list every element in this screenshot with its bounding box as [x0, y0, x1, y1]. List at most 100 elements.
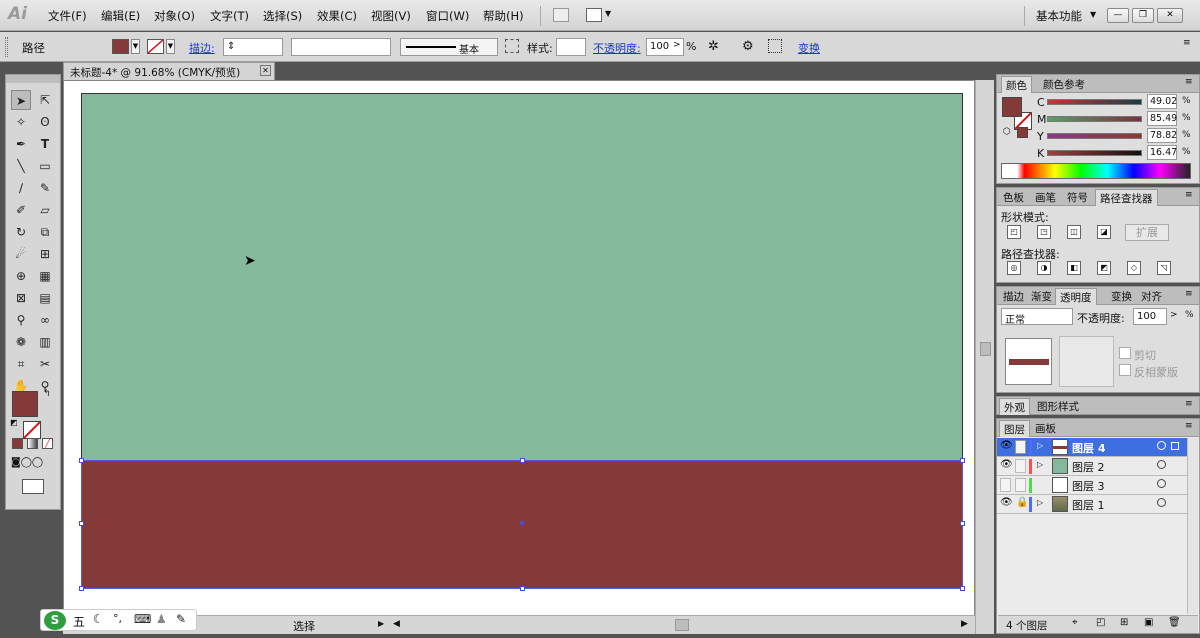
- paintbrush-tool-icon[interactable]: ∕: [11, 178, 31, 198]
- trim-icon[interactable]: ◑: [1037, 261, 1051, 275]
- channel-m-slider[interactable]: [1047, 116, 1142, 122]
- blend-mode-select[interactable]: 正常: [1001, 308, 1073, 326]
- tab-graphic-styles[interactable]: 图形样式: [1033, 398, 1083, 415]
- direct-selection-tool-icon[interactable]: ⇱: [35, 90, 55, 110]
- layer-name[interactable]: 图层 1: [1072, 497, 1105, 513]
- default-colors-icon[interactable]: ◩: [10, 418, 18, 427]
- none-mode-icon[interactable]: ╱: [42, 438, 53, 449]
- tab-transparency[interactable]: 透明度: [1055, 288, 1097, 305]
- arrange-documents-icon[interactable]: [586, 8, 602, 22]
- make-clipping-mask-icon[interactable]: ◰: [1096, 617, 1105, 628]
- brush-definition-select[interactable]: 基本: [400, 38, 498, 56]
- clip-checkbox[interactable]: [1119, 347, 1131, 359]
- shape-builder-tool-icon[interactable]: ⊕: [11, 266, 31, 286]
- eye-icon[interactable]: 👁: [1000, 497, 1013, 508]
- channel-y-slider[interactable]: [1047, 133, 1142, 139]
- panel-menu-icon[interactable]: ≡: [1185, 421, 1193, 431]
- color-spectrum[interactable]: [1001, 163, 1191, 179]
- green-rectangle[interactable]: [82, 94, 962, 461]
- vertical-scrollbar[interactable]: [975, 80, 994, 634]
- menu-window[interactable]: 窗口(W): [426, 8, 469, 24]
- swap-icon[interactable]: ↰: [43, 389, 51, 399]
- layer-row[interactable]: 👁 ▷ 图层 4: [997, 438, 1187, 457]
- target-icon[interactable]: [1157, 498, 1166, 507]
- horizontal-scroll-thumb[interactable]: [675, 619, 689, 631]
- symbol-sprayer-tool-icon[interactable]: ❁: [11, 332, 31, 352]
- tab-color[interactable]: 颜色: [1001, 76, 1032, 93]
- eye-icon[interactable]: 👁: [1000, 440, 1013, 451]
- channel-k-slider[interactable]: [1047, 150, 1142, 156]
- document-tab[interactable]: 未标题-4* @ 91.68% (CMYK/预览) ✕: [63, 62, 275, 80]
- tab-stroke[interactable]: 描边: [999, 288, 1028, 305]
- lock-toggle[interactable]: [1015, 440, 1026, 454]
- keyboard-icon[interactable]: ⌨: [134, 612, 151, 626]
- menu-help[interactable]: 帮助(H): [483, 8, 524, 24]
- cube-icon[interactable]: ⬡: [1003, 127, 1011, 137]
- channel-c-value[interactable]: 49.02: [1147, 94, 1177, 109]
- tab-artboards[interactable]: 画板: [1031, 420, 1060, 437]
- gradient-mode-icon[interactable]: [27, 438, 38, 449]
- tab-swatches[interactable]: 色板: [999, 189, 1028, 206]
- ime-logo-icon[interactable]: S: [44, 611, 66, 630]
- menu-object[interactable]: 对象(O): [154, 8, 195, 24]
- layer-row[interactable]: 👁 🔒 ▷ 图层 1: [997, 495, 1187, 514]
- workspace-switcher[interactable]: 基本功能: [1036, 8, 1082, 24]
- pen-tool-icon[interactable]: ✒: [11, 134, 31, 154]
- expand-triangle-icon[interactable]: ▷: [1037, 441, 1043, 450]
- fill-box[interactable]: [1002, 97, 1022, 117]
- selection-tool-icon[interactable]: ➤: [11, 90, 31, 110]
- color-swatch-small[interactable]: [1017, 127, 1028, 138]
- layers-scrollbar[interactable]: [1187, 438, 1198, 614]
- unite-icon[interactable]: ◰: [1007, 225, 1021, 239]
- menu-file[interactable]: 文件(F): [48, 8, 87, 24]
- target-icon[interactable]: [1157, 479, 1166, 488]
- chevron-right-icon[interactable]: ▶: [378, 619, 384, 628]
- mesh-tool-icon[interactable]: ⊠: [11, 288, 31, 308]
- channel-c-slider[interactable]: [1047, 99, 1142, 105]
- locate-object-icon[interactable]: ⌖: [1072, 617, 1078, 628]
- perspective-grid-tool-icon[interactable]: ▦: [35, 266, 55, 286]
- invert-mask-checkbox[interactable]: [1119, 364, 1131, 376]
- slice-tool-icon[interactable]: ✂: [35, 354, 55, 374]
- handle-top-right[interactable]: [960, 458, 965, 463]
- selection-indicator[interactable]: [1171, 442, 1179, 450]
- panel-menu-icon[interactable]: ≡: [1185, 289, 1193, 299]
- layer-name[interactable]: 图层 4: [1072, 440, 1105, 456]
- toolbox-header[interactable]: [6, 75, 60, 83]
- chevron-left-icon[interactable]: ◀: [393, 619, 400, 629]
- tab-symbols[interactable]: 符号: [1063, 189, 1092, 206]
- warp-tool-icon[interactable]: ☄: [11, 244, 31, 264]
- tab-color-guide[interactable]: 颜色参考: [1039, 76, 1089, 93]
- type-tool-icon[interactable]: T: [35, 134, 55, 154]
- tab-align[interactable]: 对齐: [1137, 288, 1166, 305]
- intersect-icon[interactable]: ◫: [1067, 225, 1081, 239]
- channel-y-value[interactable]: 78.82: [1147, 128, 1177, 143]
- divide-icon[interactable]: ◎: [1007, 261, 1021, 275]
- screen-mode-icon[interactable]: [22, 479, 44, 494]
- wrench-icon[interactable]: ✎: [176, 612, 186, 626]
- restore-button[interactable]: ❐: [1132, 8, 1154, 23]
- line-tool-icon[interactable]: ╲: [11, 156, 31, 176]
- mask-area[interactable]: [1059, 336, 1114, 387]
- trash-icon[interactable]: 🗑: [1168, 617, 1181, 628]
- expand-triangle-icon[interactable]: ▷: [1037, 460, 1043, 469]
- user-icon[interactable]: ♟: [156, 612, 167, 626]
- blend-tool-icon[interactable]: ∞: [35, 310, 55, 330]
- layer-row[interactable]: 👁 ▷ 图层 2: [997, 457, 1187, 476]
- layer-name[interactable]: 图层 2: [1072, 459, 1105, 475]
- exclude-icon[interactable]: ◪: [1097, 225, 1111, 239]
- menu-view[interactable]: 视图(V): [371, 8, 411, 24]
- bridge-icon[interactable]: [553, 8, 569, 22]
- target-icon[interactable]: [1157, 460, 1166, 469]
- rotate-tool-icon[interactable]: ↻: [11, 222, 31, 242]
- close-tab-icon[interactable]: ✕: [260, 65, 271, 76]
- expand-triangle-icon[interactable]: ▷: [1037, 498, 1043, 507]
- lock-toggle[interactable]: [1015, 459, 1026, 473]
- recolor-icon[interactable]: ✲: [708, 39, 719, 54]
- style-icon[interactable]: [505, 39, 519, 53]
- moon-icon[interactable]: ☾: [93, 612, 104, 626]
- channel-k-value[interactable]: 16.47: [1147, 145, 1177, 160]
- chevron-down-icon[interactable]: ▼: [1090, 10, 1096, 19]
- panel-menu-icon[interactable]: ≡: [1183, 38, 1191, 48]
- expand-button[interactable]: 扩展: [1125, 224, 1169, 241]
